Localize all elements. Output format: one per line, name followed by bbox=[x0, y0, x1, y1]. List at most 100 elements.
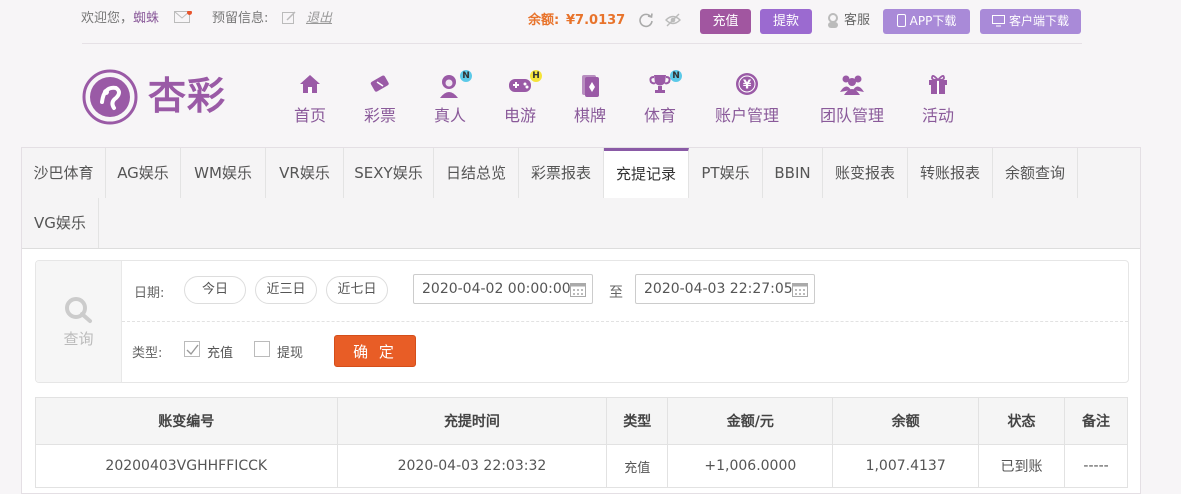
tab-deposit-withdraw-records[interactable]: 充提记录 bbox=[604, 148, 689, 198]
query-side: 查询 bbox=[36, 261, 122, 382]
nav-team[interactable]: 团队管理 bbox=[818, 72, 886, 126]
recharge-button[interactable]: 充值 bbox=[700, 9, 751, 34]
mail-icon[interactable] bbox=[174, 10, 192, 23]
refresh-icon[interactable] bbox=[637, 11, 655, 29]
logo-text: 杏彩 bbox=[148, 73, 227, 118]
welcome-text: 欢迎您， bbox=[81, 11, 134, 26]
tab-saba-sports[interactable]: 沙巴体育 bbox=[22, 148, 106, 198]
gamepad-icon: H bbox=[502, 70, 542, 98]
nav-home[interactable]: 首页 bbox=[292, 72, 328, 126]
edit-icon[interactable] bbox=[282, 11, 296, 25]
reserve-info-label: 预留信息: bbox=[212, 11, 269, 26]
withdraw-checkbox-label[interactable]: 提现 bbox=[277, 342, 303, 361]
nav-lottery[interactable]: 彩票 bbox=[362, 72, 398, 126]
cell-remark: ----- bbox=[1064, 444, 1128, 488]
col-header-remark: 备注 bbox=[1064, 397, 1128, 445]
cell-status: 已到账 bbox=[977, 444, 1066, 488]
cell-transaction-id: 20200403VGHHFFICCK bbox=[35, 444, 338, 488]
check-icon bbox=[186, 344, 199, 356]
svg-text:¥: ¥ bbox=[743, 78, 752, 92]
logout-link[interactable]: 退出 bbox=[306, 10, 332, 28]
recharge-checkbox-label[interactable]: 充值 bbox=[207, 342, 233, 361]
nav-label: 体育 bbox=[643, 106, 676, 125]
team-icon bbox=[818, 72, 886, 98]
last-3-days-button[interactable]: 近三日 bbox=[255, 276, 317, 304]
nav-egames[interactable]: H 电游 bbox=[502, 70, 542, 126]
app-download-label: APP下载 bbox=[909, 14, 957, 28]
cards-icon bbox=[572, 72, 608, 98]
tab-vr[interactable]: VR娱乐 bbox=[266, 148, 344, 198]
nav-label: 真人 bbox=[433, 106, 466, 125]
col-header-balance: 余额 bbox=[832, 397, 979, 445]
nav-account[interactable]: ¥ 账户管理 bbox=[713, 72, 781, 126]
cell-time: 2020-04-03 22:03:32 bbox=[336, 444, 608, 488]
query-divider bbox=[122, 321, 1128, 322]
app-download-button[interactable]: APP下载 bbox=[883, 9, 970, 34]
lottery-ticket-icon bbox=[362, 72, 398, 98]
tab-balance-query[interactable]: 余额查询 bbox=[993, 148, 1078, 198]
nav-cards[interactable]: 棋牌 bbox=[572, 72, 608, 126]
nav-badge: N bbox=[670, 70, 682, 82]
gift-icon bbox=[920, 72, 956, 98]
to-label: 至 bbox=[609, 285, 623, 301]
confirm-button[interactable]: 确 定 bbox=[334, 335, 416, 367]
query-form: 查询 日期: 今日 近三日 近七日 2020-04-02 00:00:00 至 … bbox=[35, 260, 1129, 383]
tab-daily-summary[interactable]: 日结总览 bbox=[434, 148, 519, 198]
col-header-time: 充提时间 bbox=[336, 397, 608, 445]
start-date-input[interactable]: 2020-04-02 00:00:00 bbox=[413, 274, 593, 304]
tab-wm[interactable]: WM娱乐 bbox=[181, 148, 266, 198]
col-header-transaction-id: 账变编号 bbox=[35, 397, 338, 445]
recharge-checkbox[interactable] bbox=[184, 341, 200, 357]
date-label: 日期: bbox=[134, 286, 165, 301]
top-divider bbox=[82, 43, 1082, 44]
calendar-icon[interactable] bbox=[570, 281, 586, 297]
cell-amount: +1,006.0000 bbox=[667, 444, 834, 488]
client-download-button[interactable]: 客户端下载 bbox=[980, 9, 1081, 34]
eye-hide-icon[interactable] bbox=[664, 11, 682, 29]
home-icon bbox=[292, 72, 328, 98]
yen-coin-icon: ¥ bbox=[713, 72, 781, 98]
cell-type: 充值 bbox=[606, 444, 669, 488]
today-button[interactable]: 今日 bbox=[184, 276, 246, 304]
table-header-row: 账变编号 充提时间 类型 金额/元 余额 状态 备注 bbox=[35, 397, 1128, 445]
nav-live[interactable]: N 真人 bbox=[432, 70, 472, 126]
cell-balance: 1,007.4137 bbox=[832, 444, 979, 488]
customer-service-link[interactable]: 客服 bbox=[844, 12, 870, 30]
table-row: 20200403VGHHFFICCK 2020-04-03 22:03:32 充… bbox=[35, 444, 1128, 488]
tab-lottery-report[interactable]: 彩票报表 bbox=[519, 148, 604, 198]
tab-bbin[interactable]: BBIN bbox=[763, 148, 823, 198]
withdraw-button[interactable]: 提款 bbox=[760, 9, 812, 34]
live-dealer-icon: N bbox=[432, 70, 472, 98]
calendar-icon[interactable] bbox=[792, 281, 808, 297]
withdraw-checkbox[interactable] bbox=[254, 341, 270, 357]
trophy-icon: N bbox=[642, 70, 682, 98]
query-side-label: 查询 bbox=[63, 330, 94, 348]
monitor-icon bbox=[991, 15, 1005, 27]
top-bar: 欢迎您， 蜘蛛 预留信息: 退出 余额: ¥7.0137 充值 提款 客服 AP… bbox=[0, 0, 1181, 44]
type-label: 类型: bbox=[132, 346, 163, 361]
report-panel: 沙巴体育 AG娱乐 WM娱乐 VR娱乐 SEXY娱乐 日结总览 彩票报表 充提记… bbox=[21, 147, 1141, 494]
tab-vg[interactable]: VG娱乐 bbox=[22, 198, 99, 248]
customer-service-icon[interactable] bbox=[826, 12, 840, 28]
tab-account-change-report[interactable]: 账变报表 bbox=[823, 148, 908, 198]
end-date-input[interactable]: 2020-04-03 22:27:05 bbox=[635, 274, 815, 304]
tab-transfer-report[interactable]: 转账报表 bbox=[908, 148, 993, 198]
nav-label: 活动 bbox=[921, 106, 954, 125]
tab-ag[interactable]: AG娱乐 bbox=[106, 148, 181, 198]
balance-value: ¥7.0137 bbox=[566, 13, 626, 28]
nav-label: 账户管理 bbox=[714, 106, 779, 125]
start-date-value: 2020-04-02 00:00:00 bbox=[422, 281, 571, 297]
nav-label: 首页 bbox=[293, 106, 326, 125]
tab-pt[interactable]: PT娱乐 bbox=[689, 148, 763, 198]
last-7-days-button[interactable]: 近七日 bbox=[326, 276, 388, 304]
nav-events[interactable]: 活动 bbox=[920, 72, 956, 126]
search-icon bbox=[65, 297, 92, 323]
nav-badge: H bbox=[530, 70, 542, 82]
tab-sexy[interactable]: SEXY娱乐 bbox=[344, 148, 434, 198]
nav-label: 电游 bbox=[503, 106, 536, 125]
nav-badge: N bbox=[460, 70, 472, 82]
username-link[interactable]: 蜘蛛 bbox=[133, 10, 159, 28]
nav-label: 彩票 bbox=[363, 106, 396, 125]
col-header-type: 类型 bbox=[606, 397, 669, 445]
nav-sports[interactable]: N 体育 bbox=[642, 70, 682, 126]
